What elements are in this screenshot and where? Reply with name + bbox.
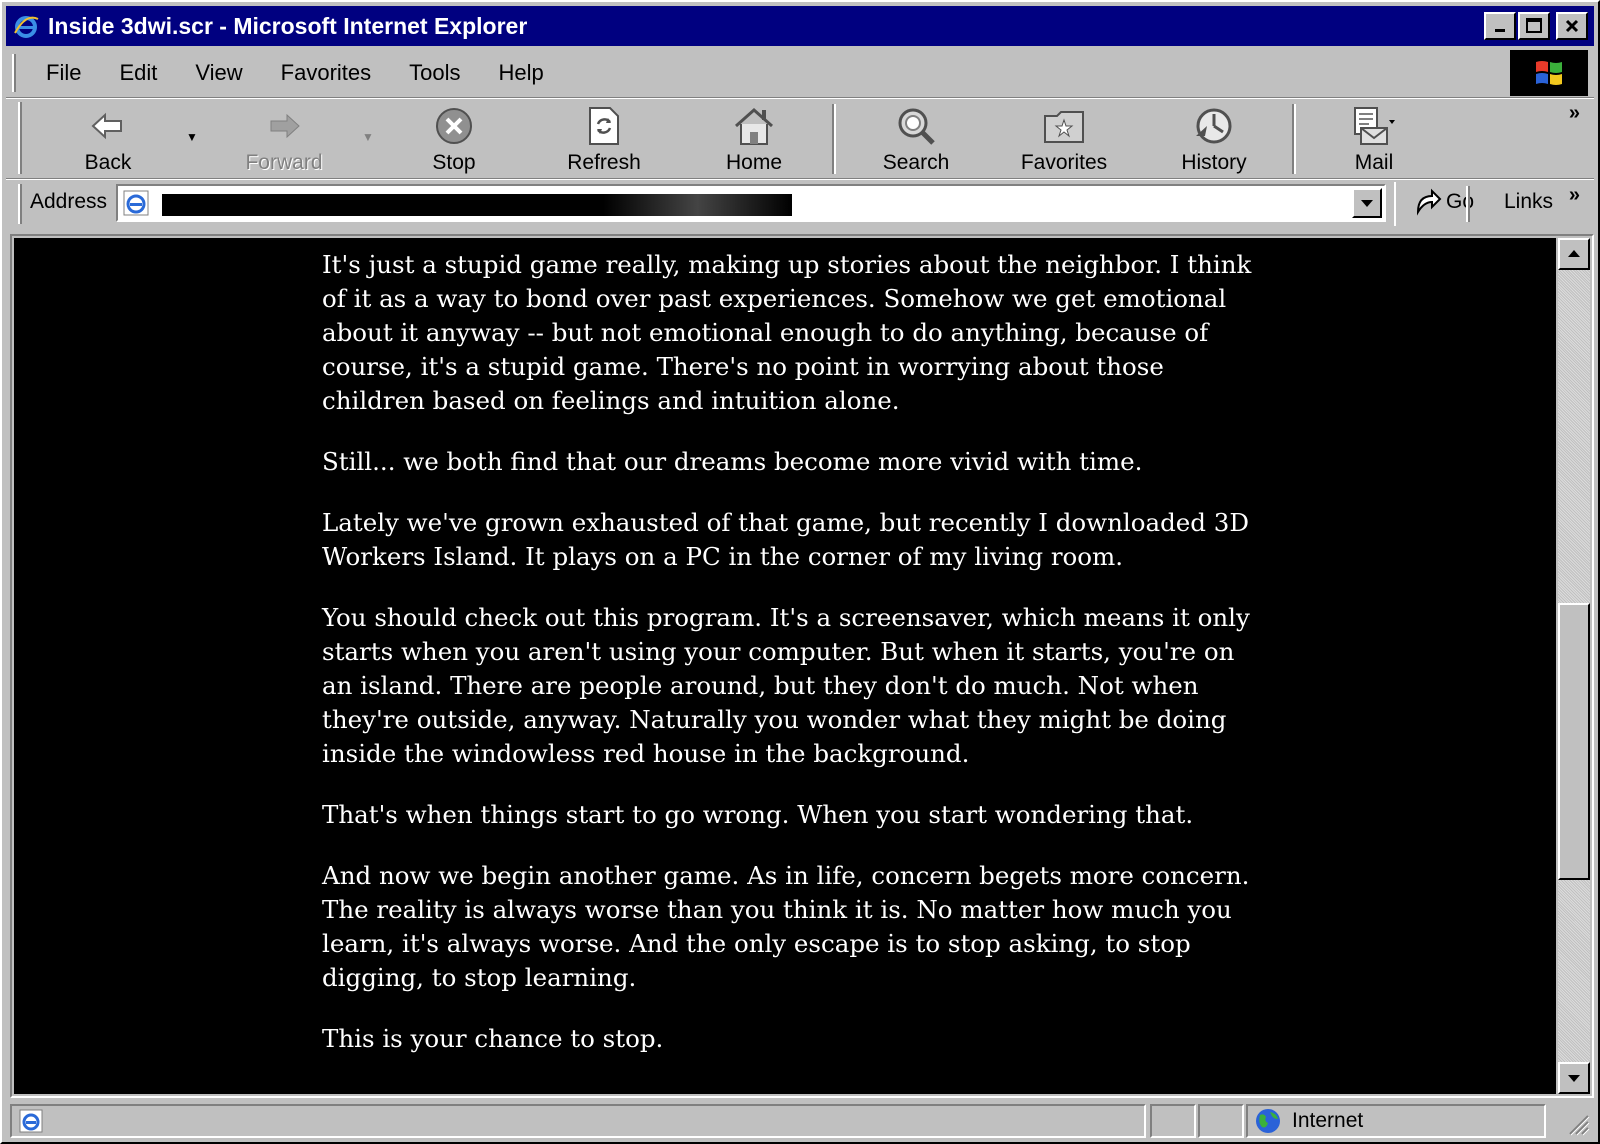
forward-label: Forward (245, 151, 323, 174)
forward-arrow-icon (270, 113, 300, 139)
search-button[interactable]: Search (866, 100, 966, 178)
ie-logo-icon (12, 12, 40, 40)
window-title: Inside 3dwi.scr - Microsoft Internet Exp… (48, 12, 528, 39)
paragraph: And now we begin another game. As in lif… (322, 861, 1250, 992)
internet-globe-icon (1256, 1109, 1280, 1133)
menu-tools[interactable]: Tools (409, 60, 460, 86)
page-ie-icon (122, 189, 152, 223)
paragraph: You should check out this program. It's … (322, 603, 1250, 768)
zone-label: Internet (1292, 1109, 1364, 1132)
refresh-button[interactable]: Refresh (554, 100, 654, 178)
windows-flag-icon (1536, 61, 1562, 85)
scroll-down-button[interactable] (1558, 1062, 1590, 1094)
status-bar: Internet (6, 1102, 1594, 1142)
home-label: Home (725, 151, 783, 174)
address-dropdown-button[interactable] (1352, 188, 1382, 218)
scroll-up-arrow-icon (1568, 250, 1580, 257)
favorites-folder-icon (1044, 111, 1084, 143)
refresh-label: Refresh (567, 151, 641, 174)
back-arrow-icon (91, 112, 122, 140)
close-button[interactable] (1556, 12, 1588, 40)
address-label: Address (30, 190, 108, 213)
story-text: It's just a stupid game really, making u… (322, 248, 1262, 1083)
scrollbar-thumb[interactable] (1558, 603, 1590, 880)
refresh-icon (589, 107, 619, 145)
forward-button[interactable]: Forward (236, 100, 332, 178)
menu-bar: File Edit View Favorites Tools Help (6, 50, 1506, 96)
scroll-up-button[interactable] (1558, 238, 1590, 270)
home-icon (735, 107, 773, 145)
go-button[interactable]: Go (1414, 188, 1474, 216)
toolbar-more-chevron[interactable]: » (1569, 102, 1580, 125)
back-dropdown-arrow[interactable]: ▼ (186, 130, 198, 144)
chevron-down-icon (1361, 200, 1373, 207)
links-chevron[interactable]: » (1569, 184, 1580, 207)
stop-button[interactable]: Stop (406, 100, 502, 178)
favorites-button[interactable]: Favorites (1014, 100, 1114, 178)
status-panel-progress (1150, 1104, 1196, 1138)
paragraph: It's just a stupid game really, making u… (322, 250, 1252, 415)
mail-button[interactable]: Mail (1324, 100, 1424, 178)
menu-edit[interactable]: Edit (119, 60, 157, 86)
search-label: Search (882, 151, 950, 174)
address-input[interactable] (116, 184, 1386, 222)
status-text-panel (10, 1104, 1146, 1138)
maximize-button[interactable] (1518, 12, 1550, 40)
minimize-icon (1495, 29, 1505, 32)
windows-logo-throbber (1510, 50, 1588, 96)
history-label: History (1181, 151, 1247, 174)
menu-help[interactable]: Help (499, 60, 544, 86)
forward-dropdown-arrow[interactable]: ▼ (362, 130, 374, 144)
status-panel-security (1198, 1104, 1244, 1138)
history-button[interactable]: History (1164, 100, 1264, 178)
close-icon (1565, 19, 1579, 33)
resize-grip-icon[interactable] (1564, 1110, 1590, 1142)
address-bar: Address Go Links » (6, 182, 1594, 226)
toolbar-separator-1 (832, 104, 836, 174)
standard-toolbar: Back ▼ Forward ▼ Stop Refresh Home Searc… (6, 100, 1594, 178)
paragraph: Still... we both find that our dreams be… (322, 447, 1143, 476)
history-icon (1196, 108, 1232, 144)
links-button[interactable]: Links (1504, 190, 1553, 214)
home-button[interactable]: Home (706, 100, 802, 178)
toolbar-divider (6, 178, 1594, 180)
minimize-button[interactable] (1484, 12, 1516, 40)
browser-window: Inside 3dwi.scr - Microsoft Internet Exp… (0, 0, 1600, 1144)
vertical-scrollbar[interactable] (1558, 238, 1590, 1094)
page-content[interactable]: It's just a stupid game really, making u… (14, 238, 1556, 1094)
menu-view[interactable]: View (195, 60, 242, 86)
maximize-icon (1526, 18, 1542, 33)
paragraph: This is your chance to stop. (322, 1024, 664, 1053)
scroll-down-arrow-icon (1568, 1075, 1580, 1082)
menu-favorites[interactable]: Favorites (281, 60, 371, 86)
search-icon (898, 108, 935, 145)
menubar-divider (6, 97, 1594, 99)
favorites-label: Favorites (1020, 151, 1108, 174)
page-content-frame: It's just a stupid game really, making u… (10, 234, 1594, 1098)
redacted-url (162, 194, 792, 216)
title-bar[interactable]: Inside 3dwi.scr - Microsoft Internet Exp… (6, 6, 1594, 46)
paragraph: Lately we've grown exhausted of that gam… (322, 508, 1249, 571)
stop-icon (436, 108, 472, 144)
back-label: Back (84, 151, 132, 174)
toolbar-separator-2 (1292, 104, 1296, 174)
mail-label: Mail (1354, 151, 1394, 174)
go-arrow-icon (1416, 188, 1442, 216)
mail-icon (1354, 107, 1395, 145)
stop-label: Stop (432, 151, 476, 174)
menu-file[interactable]: File (46, 60, 81, 86)
back-button[interactable]: Back (60, 100, 156, 178)
links-grip[interactable] (1466, 186, 1470, 222)
zone-panel: Internet (1246, 1104, 1546, 1138)
page-status-icon (19, 1109, 43, 1133)
paragraph: That's when things start to go wrong. Wh… (322, 800, 1194, 829)
